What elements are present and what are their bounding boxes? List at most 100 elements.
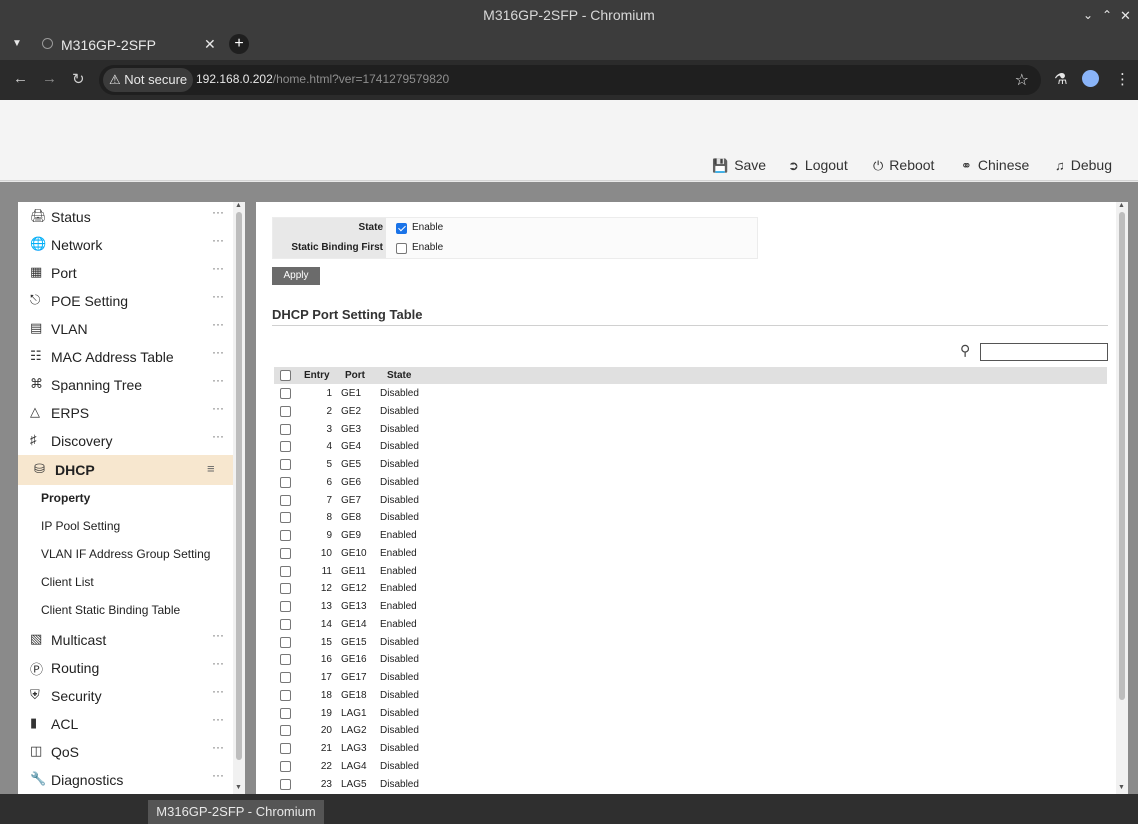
sidebar-item-spanning-tree[interactable]: ⌘ Spanning Tree ···: [18, 370, 233, 398]
forward-icon[interactable]: →: [42, 70, 57, 87]
more-dots-icon[interactable]: ···: [212, 233, 224, 247]
table-row[interactable]: 10 GE10 Enabled: [274, 545, 1107, 563]
table-row[interactable]: 22 LAG4 Disabled: [274, 758, 1107, 776]
scroll-up-arrow-icon[interactable]: ▲: [235, 202, 242, 209]
sidebar-item-routing[interactable]: Ⓟ Routing ···: [18, 653, 233, 681]
state-enable-checkbox[interactable]: [396, 223, 407, 234]
more-dots-icon[interactable]: ···: [212, 345, 224, 359]
table-row[interactable]: 11 GE11 Enabled: [274, 563, 1107, 581]
col-port[interactable]: Port: [345, 370, 365, 381]
table-row[interactable]: 21 LAG3 Disabled: [274, 740, 1107, 758]
more-dots-icon[interactable]: ···: [212, 656, 224, 670]
row-checkbox[interactable]: [280, 725, 291, 737]
table-row[interactable]: 17 GE17 Disabled: [274, 669, 1107, 687]
search-icon[interactable]: ⚲: [960, 342, 970, 359]
row-checkbox[interactable]: [280, 530, 291, 541]
row-checkbox[interactable]: [280, 405, 291, 417]
sidebar-item-poe-setting[interactable]: ⎋ POE Setting ···: [18, 286, 233, 314]
minimize-icon[interactable]: ⌄: [1083, 8, 1093, 22]
more-dots-icon[interactable]: ···: [212, 373, 224, 387]
row-checkbox[interactable]: [280, 565, 291, 577]
more-dots-icon[interactable]: ···: [212, 205, 224, 219]
collapse-menu-icon[interactable]: ≡: [207, 461, 215, 476]
new-tab-button[interactable]: +: [229, 34, 249, 54]
scroll-up-arrow-icon[interactable]: ▲: [1118, 202, 1125, 209]
more-dots-icon[interactable]: ···: [212, 261, 224, 275]
sidebar-scrollbar[interactable]: ▲ ▼: [233, 202, 245, 794]
tab-search-chevron-icon[interactable]: ▼: [12, 38, 22, 49]
row-checkbox[interactable]: [280, 441, 291, 453]
table-row[interactable]: 12 GE12 Enabled: [274, 580, 1107, 598]
table-row[interactable]: 1 GE1 Disabled: [274, 385, 1107, 403]
row-checkbox[interactable]: [280, 459, 291, 470]
save-button[interactable]: 💾 Save: [712, 157, 766, 174]
sidebar-scroll-thumb[interactable]: [236, 212, 242, 760]
sidebar-item-status[interactable]: 🖨 Status ···: [18, 202, 233, 230]
row-checkbox[interactable]: [280, 494, 291, 506]
table-row[interactable]: 15 GE15 Disabled: [274, 634, 1107, 652]
sidebar-sub-property[interactable]: Property: [41, 491, 90, 505]
table-row[interactable]: 5 GE5 Disabled: [274, 456, 1107, 474]
sidebar-item-security[interactable]: ⛨ Security ···: [18, 681, 233, 709]
sidebar-item-vlan[interactable]: ▤ VLAN ···: [18, 314, 233, 342]
table-row[interactable]: 6 GE6 Disabled: [274, 474, 1107, 492]
sidebar-sub-client-static-binding[interactable]: Client Static Binding Table: [41, 603, 180, 617]
sidebar-item-dhcp[interactable]: ⛁ DHCP ≡: [18, 455, 233, 485]
static-binding-enable-checkbox[interactable]: [396, 243, 407, 254]
row-checkbox[interactable]: [280, 476, 291, 488]
table-row[interactable]: 8 GE8 Disabled: [274, 509, 1107, 527]
sidebar-item-qos[interactable]: ◫ QoS ···: [18, 737, 233, 765]
row-checkbox[interactable]: [280, 778, 291, 790]
browser-tab[interactable]: M316GP-2SFP ✕: [30, 30, 225, 60]
select-all-checkbox[interactable]: [280, 370, 291, 381]
row-checkbox[interactable]: [280, 760, 291, 772]
close-tab-icon[interactable]: ✕: [204, 36, 216, 53]
sidebar-sub-client-list[interactable]: Client List: [41, 575, 94, 589]
more-dots-icon[interactable]: ···: [212, 401, 224, 415]
sidebar-item-erps[interactable]: △ ERPS ···: [18, 398, 233, 426]
address-bar[interactable]: ⚠ Not secure 192.168.0.202/home.html?ver…: [99, 65, 1041, 95]
row-checkbox[interactable]: [280, 547, 291, 559]
row-checkbox[interactable]: [280, 654, 291, 666]
row-checkbox[interactable]: [280, 689, 291, 701]
table-row[interactable]: 16 GE16 Disabled: [274, 651, 1107, 669]
row-checkbox[interactable]: [280, 707, 291, 719]
reboot-button[interactable]: ⏻ Reboot: [873, 157, 934, 174]
sidebar-sub-vlan-if-address-group[interactable]: VLAN IF Address Group Setting: [41, 547, 210, 561]
table-row[interactable]: 14 GE14 Enabled: [274, 616, 1107, 634]
more-dots-icon[interactable]: ···: [212, 768, 224, 782]
more-dots-icon[interactable]: ···: [212, 317, 224, 331]
table-row[interactable]: 7 GE7 Disabled: [274, 492, 1107, 510]
more-dots-icon[interactable]: ···: [212, 289, 224, 303]
col-entry[interactable]: Entry: [304, 370, 330, 381]
url-text[interactable]: 192.168.0.202/home.html?ver=174127957982…: [196, 72, 449, 86]
more-dots-icon[interactable]: ···: [212, 740, 224, 754]
sidebar-sub-ip-pool-setting[interactable]: IP Pool Setting: [41, 519, 120, 533]
row-checkbox[interactable]: [280, 743, 291, 754]
row-checkbox[interactable]: [280, 583, 291, 595]
logout-button[interactable]: ➲ Logout: [788, 157, 848, 174]
scroll-down-arrow-icon[interactable]: ▼: [1118, 784, 1125, 791]
menu-kebab-icon[interactable]: ⋮: [1115, 70, 1130, 88]
table-row[interactable]: 20 LAG2 Disabled: [274, 722, 1107, 740]
panel-scroll-thumb[interactable]: [1119, 212, 1125, 700]
back-icon[interactable]: ←: [13, 70, 28, 87]
more-dots-icon[interactable]: ···: [212, 712, 224, 726]
row-checkbox[interactable]: [280, 512, 291, 524]
more-dots-icon[interactable]: ···: [212, 628, 224, 642]
labs-flask-icon[interactable]: ⚗: [1054, 70, 1067, 88]
row-checkbox[interactable]: [280, 618, 291, 630]
chinese-button[interactable]: ⚭ Chinese: [961, 157, 1029, 174]
col-state[interactable]: State: [387, 370, 411, 381]
taskbar-window-button[interactable]: M316GP-2SFP - Chromium: [148, 800, 324, 824]
sidebar-item-mac-address-table[interactable]: ☷ MAC Address Table ···: [18, 342, 233, 370]
debug-button[interactable]: ♫ Debug: [1055, 157, 1112, 173]
row-checkbox[interactable]: [280, 423, 291, 435]
more-dots-icon[interactable]: ···: [212, 429, 224, 443]
reload-icon[interactable]: ↻: [72, 70, 85, 88]
sidebar-item-acl[interactable]: ▮ ACL ···: [18, 709, 233, 737]
table-row[interactable]: 2 GE2 Disabled: [274, 403, 1107, 421]
table-row[interactable]: 4 GE4 Disabled: [274, 438, 1107, 456]
sidebar-item-port[interactable]: ▦ Port ···: [18, 258, 233, 286]
table-search-input[interactable]: [980, 343, 1108, 361]
